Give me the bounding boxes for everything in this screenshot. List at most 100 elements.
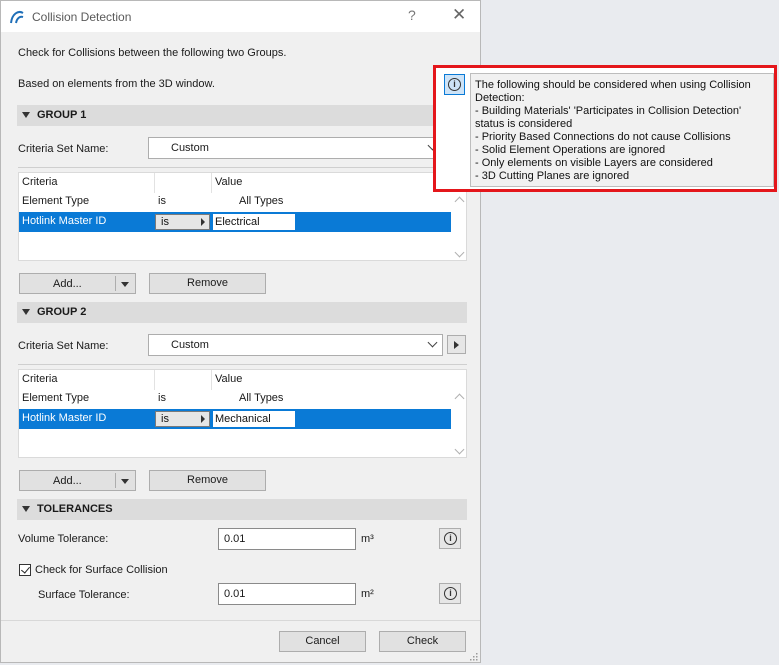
group1-criteria-value: Custom xyxy=(171,142,209,154)
collapse-triangle-icon xyxy=(22,309,30,315)
arrow-right-icon xyxy=(201,218,205,226)
cancel-button[interactable]: Cancel xyxy=(279,631,366,652)
add-button-label: Add... xyxy=(53,278,82,290)
surface-tolerance-label: Surface Tolerance: xyxy=(38,589,130,601)
info-icon: i xyxy=(444,587,457,600)
info-icon: i xyxy=(444,532,457,545)
row-criteria: Element Type xyxy=(22,195,90,207)
table-row-selected[interactable]: Hotlink Master ID is Electrical xyxy=(19,212,451,232)
value-input-text: Mechanical xyxy=(215,413,271,425)
column-header-criteria: Criteria xyxy=(22,176,58,188)
operator-value: is xyxy=(161,413,169,425)
scroll-down-icon[interactable] xyxy=(454,247,465,258)
operator-dropdown[interactable]: is xyxy=(155,214,210,230)
collision-detection-dialog: Collision Detection ? ✕ Check for Collis… xyxy=(0,0,481,663)
group1-header-label: GROUP 1 xyxy=(37,109,87,121)
table-row-selected[interactable]: Hotlink Master ID is Mechanical xyxy=(19,409,451,429)
window-title: Collision Detection xyxy=(32,10,132,24)
close-button[interactable]: ✕ xyxy=(452,5,466,25)
column-header-value: Value xyxy=(215,373,243,385)
value-input[interactable]: Electrical xyxy=(212,213,296,231)
arrow-right-icon xyxy=(201,415,205,423)
tooltip-line: - Solid Element Operations are ignored xyxy=(475,144,666,156)
table-header-row: Criteria Value xyxy=(19,370,451,390)
intro-text-2: Based on elements from the 3D window. xyxy=(18,78,215,90)
row-criteria: Element Type xyxy=(22,392,90,404)
chevron-down-icon[interactable] xyxy=(121,479,129,484)
divider xyxy=(18,167,467,168)
surface-collision-label[interactable]: Check for Surface Collision xyxy=(35,564,168,576)
group2-header-label: GROUP 2 xyxy=(37,306,87,318)
divider xyxy=(1,620,480,621)
volume-unit: m³ xyxy=(361,533,374,545)
title-bar: Collision Detection ? ✕ xyxy=(1,1,480,32)
surface-tolerance-input[interactable]: 0.01 xyxy=(218,583,356,605)
group2-criteria-value: Custom xyxy=(171,339,209,351)
add-button-label: Add... xyxy=(53,475,82,487)
info-icon: i xyxy=(448,78,461,91)
operator-dropdown[interactable]: is xyxy=(155,411,210,427)
tooltip-line: Detection: xyxy=(475,92,525,104)
divider xyxy=(154,173,155,193)
volume-tolerance-input[interactable]: 0.01 xyxy=(218,528,356,550)
row-criteria: Hotlink Master ID xyxy=(22,412,107,424)
info-button-active[interactable]: i xyxy=(444,74,465,95)
group2-criteria-table: Criteria Value Element Type is All Types… xyxy=(18,369,467,458)
surface-tolerance-value: 0.01 xyxy=(224,588,246,600)
chevron-down-icon xyxy=(427,337,438,348)
divider xyxy=(18,364,467,365)
group1-add-split-button[interactable]: Add... xyxy=(19,273,136,294)
tolerances-header-label: TOLERANCES xyxy=(37,503,113,515)
row-criteria: Hotlink Master ID xyxy=(22,215,107,227)
tooltip-line: - Building Materials' 'Participates in C… xyxy=(475,105,742,117)
divider xyxy=(115,276,116,291)
archicad-logo-icon xyxy=(10,11,24,24)
operator-value: is xyxy=(161,216,169,228)
value-input-text: Electrical xyxy=(215,216,260,228)
row-value: All Types xyxy=(239,195,284,207)
divider xyxy=(115,473,116,488)
chevron-down-icon[interactable] xyxy=(121,282,129,287)
surface-info-button[interactable]: i xyxy=(439,583,461,604)
scroll-down-icon[interactable] xyxy=(454,444,465,455)
group2-criteria-select[interactable]: Custom xyxy=(148,334,443,356)
group2-remove-button[interactable]: Remove xyxy=(149,470,266,491)
tooltip-line: - 3D Cutting Planes are ignored xyxy=(475,170,630,182)
table-row[interactable]: Element Type is All Types xyxy=(19,192,451,212)
row-value: All Types xyxy=(239,392,284,404)
group2-section-header[interactable]: GROUP 2 xyxy=(17,302,467,323)
group1-criteria-select[interactable]: Custom xyxy=(148,137,443,159)
tooltip-line: - Priority Based Connections do not caus… xyxy=(475,131,731,143)
surface-collision-checkbox[interactable] xyxy=(19,564,31,576)
group1-remove-button[interactable]: Remove xyxy=(149,273,266,294)
divider xyxy=(211,173,212,193)
help-button[interactable]: ? xyxy=(408,7,416,23)
scroll-up-icon[interactable] xyxy=(454,196,465,207)
row-operator: is xyxy=(158,392,166,404)
scroll-up-icon[interactable] xyxy=(454,393,465,404)
volume-tolerance-label: Volume Tolerance: xyxy=(18,533,109,545)
group2-add-split-button[interactable]: Add... xyxy=(19,470,136,491)
surface-unit: m² xyxy=(361,588,374,600)
check-button[interactable]: Check xyxy=(379,631,466,652)
collapse-triangle-icon xyxy=(22,112,30,118)
value-input[interactable]: Mechanical xyxy=(212,410,296,428)
divider xyxy=(154,370,155,390)
resize-grip-icon[interactable] xyxy=(468,651,478,661)
intro-text-1: Check for Collisions between the followi… xyxy=(18,47,287,59)
collapse-triangle-icon xyxy=(22,506,30,512)
group1-section-header[interactable]: GROUP 1 xyxy=(17,105,467,126)
highlight-frame: i The following should be considered whe… xyxy=(433,65,777,192)
column-header-criteria: Criteria xyxy=(22,373,58,385)
row-operator: is xyxy=(158,195,166,207)
tolerances-section-header[interactable]: TOLERANCES xyxy=(17,499,467,520)
volume-info-button[interactable]: i xyxy=(439,528,461,549)
tooltip-line: status is considered xyxy=(475,118,573,130)
volume-tolerance-value: 0.01 xyxy=(224,533,246,545)
group2-criteria-arrow-button[interactable] xyxy=(447,335,466,354)
tooltip-line: - Only elements on visible Layers are co… xyxy=(475,157,713,169)
group2-criteria-label: Criteria Set Name: xyxy=(18,340,109,352)
table-row[interactable]: Element Type is All Types xyxy=(19,389,451,409)
divider xyxy=(211,370,212,390)
group1-criteria-table: Criteria Value Element Type is All Types… xyxy=(18,172,467,261)
